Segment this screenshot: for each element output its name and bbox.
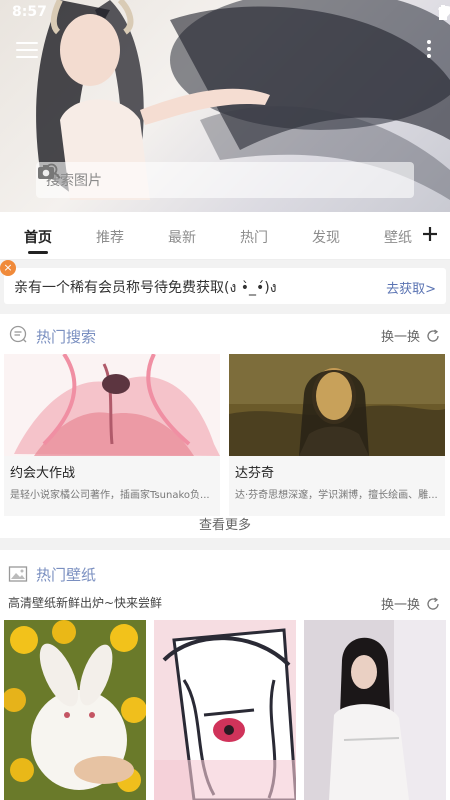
date-a-live-thumbnail [4,354,220,456]
close-icon[interactable]: × [0,260,16,276]
app-screen: 8:57 搜索图片 首页 推荐 最新 热门 发现 壁纸 × 亲有一个稀有会员称号… [0,0,450,800]
hot-item-desc: 达·芬奇思想深邃，学识渊博，擅长绘画、雕... [235,490,438,501]
tab-recommend[interactable]: 推荐 [96,227,124,247]
refresh-icon [427,328,439,342]
refresh-label: 换一换 [380,598,420,613]
tab-hot[interactable]: 热门 [240,227,268,247]
tab-discover[interactable]: 发现 [312,227,340,247]
battery-icon [439,5,447,20]
hot-search-icon [9,325,27,343]
hot-item-name: 达芬奇 [235,466,275,481]
hot-wallpaper-subtitle: 高清壁纸新鲜出炉~快来尝鲜 [8,596,163,610]
wallpaper-anime-girl[interactable] [154,620,296,800]
refresh-icon [427,596,439,610]
wallpaper-image-icon [8,566,28,582]
menu-icon[interactable] [16,42,38,60]
tab-latest[interactable]: 最新 [168,227,196,247]
hot-item-name: 约会大作战 [10,466,76,481]
wallpaper-rabbit[interactable] [4,620,146,800]
hot-search-section: 热门搜索 换一换 约会大作战 是轻小说家橘公司著作，插画家Tsunako负...… [0,314,450,538]
search-bar[interactable]: 搜索图片 [36,162,414,198]
more-options-icon[interactable] [426,40,432,62]
promo-notice: × 亲有一个稀有会员称号待免费获取(ง •̀_•́)ง 去获取> [0,260,446,304]
hot-wallpaper-title: 热门壁纸 [36,566,97,584]
da-vinci-thumbnail [229,354,445,456]
camera-icon[interactable] [36,162,56,182]
view-more-link[interactable]: 查看更多 [0,514,450,533]
refresh-label: 换一换 [380,330,420,345]
hot-search-item[interactable]: 达芬奇 达·芬奇思想深邃，学识渊博，擅长绘画、雕... [229,354,445,516]
add-tab-icon[interactable] [420,224,440,244]
hot-item-desc: 是轻小说家橘公司著作，插画家Tsunako负... [10,490,210,501]
notice-text: 亲有一个稀有会员称号待免费获取(ง •̀_•́)ง [14,280,277,296]
status-time: 8:57 [12,4,47,20]
hot-wallpaper-section: 热门壁纸 高清壁纸新鲜出炉~快来尝鲜 换一换 [0,550,450,800]
tab-wallpaper[interactable]: 壁纸 [384,227,412,247]
hot-search-refresh-button[interactable]: 换一换 [381,326,440,345]
hot-search-title: 热门搜索 [36,328,97,346]
hot-wallpaper-refresh-button[interactable]: 换一换 [381,594,440,613]
wallpaper-portrait[interactable] [304,620,446,800]
tab-home[interactable]: 首页 [24,227,52,254]
status-bar: 8:57 [0,0,450,26]
hot-search-item[interactable]: 约会大作战 是轻小说家橘公司著作，插画家Tsunako负... [4,354,220,516]
category-tabs: 首页 推荐 最新 热门 发现 壁纸 [0,212,450,260]
get-now-link[interactable]: 去获取> [386,278,436,297]
header-banner: 8:57 搜索图片 [0,0,450,212]
